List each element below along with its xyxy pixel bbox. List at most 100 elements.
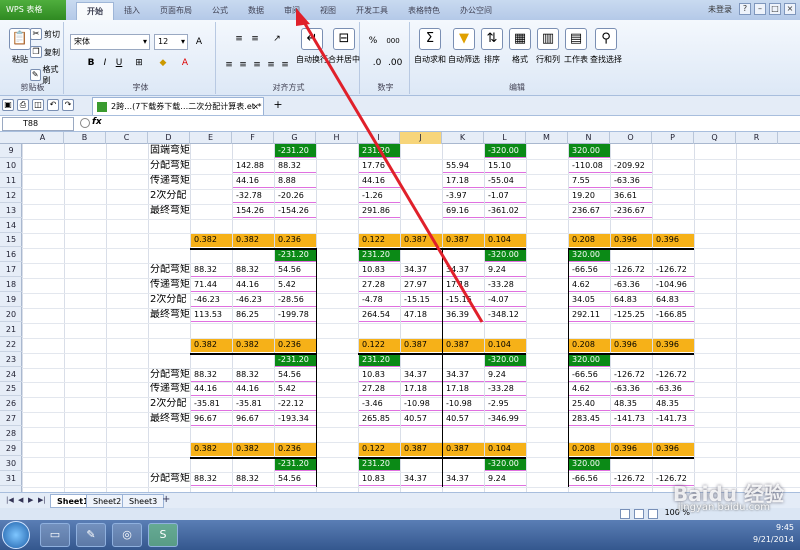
row-header-28[interactable]: 28 bbox=[0, 427, 22, 442]
next-sheet-icon[interactable]: ▶ bbox=[28, 496, 33, 504]
cell-F18[interactable]: 44.16 bbox=[232, 278, 274, 293]
cell-G9[interactable]: -231.20 bbox=[274, 144, 316, 158]
cell-I17[interactable]: 10.83 bbox=[358, 263, 400, 278]
document-tab[interactable]: 2跨…(7下载券下载…二次分配计算表.et * × bbox=[92, 97, 264, 115]
app-menu-button[interactable]: WPS 表格 bbox=[0, 0, 66, 20]
cell-L25[interactable]: -33.28 bbox=[484, 382, 526, 397]
save-icon[interactable]: ▣ bbox=[2, 99, 14, 111]
cell-F22[interactable]: 0.382 bbox=[232, 337, 274, 352]
close-tab-icon[interactable]: × bbox=[252, 98, 259, 115]
cell-K11[interactable]: 17.18 bbox=[442, 174, 484, 188]
bold-button[interactable]: B bbox=[84, 56, 98, 70]
decrease-decimal-icon[interactable]: .00 bbox=[388, 56, 402, 70]
cell-I26[interactable]: -3.46 bbox=[358, 397, 400, 412]
cell-L27[interactable]: -346.99 bbox=[484, 412, 526, 427]
row-header-22[interactable]: 22 bbox=[0, 338, 22, 352]
cell-I30[interactable]: 231.20 bbox=[358, 456, 400, 471]
cell-O13[interactable]: -236.67 bbox=[610, 204, 652, 218]
print-icon[interactable]: ⎙ bbox=[17, 99, 29, 111]
cell-N24[interactable]: -66.56 bbox=[568, 368, 610, 382]
font-size-select[interactable]: 12 bbox=[154, 34, 188, 50]
font-name-select[interactable]: 宋体 bbox=[70, 34, 150, 50]
fill-color-icon[interactable]: ◆ bbox=[156, 56, 170, 70]
cell-F11[interactable]: 44.16 bbox=[232, 174, 274, 188]
cell-P27[interactable]: -141.73 bbox=[652, 412, 694, 427]
cell-E29[interactable]: 0.382 bbox=[190, 442, 232, 456]
menu-tab-1[interactable]: 插入 bbox=[114, 2, 150, 20]
cell-P22[interactable]: 0.396 bbox=[652, 337, 694, 352]
menu-tab-7[interactable]: 开发工具 bbox=[346, 2, 398, 20]
cell-N18[interactable]: 4.62 bbox=[568, 278, 610, 293]
cell-N17[interactable]: -66.56 bbox=[568, 263, 610, 278]
cell-D19[interactable]: 2次分配 bbox=[148, 293, 190, 307]
row-header-31[interactable]: 31 bbox=[0, 472, 22, 486]
cell-E25[interactable]: 44.16 bbox=[190, 382, 232, 397]
last-sheet-icon[interactable]: ▶| bbox=[38, 496, 46, 504]
spreadsheet-grid[interactable]: ABCDEFGHIJKLMNOPQR 9 10 11 12 13 14 15 16 17 18 19… bbox=[0, 132, 800, 492]
row-header-13[interactable]: 13 bbox=[0, 204, 22, 218]
cell-J22[interactable]: 0.387 bbox=[400, 337, 442, 352]
cell-N10[interactable]: -110.08 bbox=[568, 159, 610, 173]
cell-J19[interactable]: -15.15 bbox=[400, 293, 442, 307]
row-header-14[interactable]: 14 bbox=[0, 219, 22, 233]
cell-K31[interactable]: 34.37 bbox=[442, 472, 484, 486]
name-box[interactable]: T88 bbox=[2, 117, 74, 131]
cell-F10[interactable]: 142.88 bbox=[232, 159, 274, 173]
cell-O10[interactable]: -209.92 bbox=[610, 159, 652, 173]
cell-G24[interactable]: 54.56 bbox=[274, 368, 316, 382]
cell-G26[interactable]: -22.12 bbox=[274, 397, 316, 412]
find-select-button[interactable]: ⚲ 查找选择 bbox=[590, 28, 622, 65]
cell-G19[interactable]: -28.56 bbox=[274, 293, 316, 307]
cell-G30[interactable]: -231.20 bbox=[274, 456, 316, 471]
menu-tab-3[interactable]: 公式 bbox=[202, 2, 238, 20]
align-middle-icon[interactable]: ≡ bbox=[248, 32, 262, 46]
border-icon[interactable]: ⊞ bbox=[132, 56, 146, 70]
browser-icon[interactable]: ◎ bbox=[112, 523, 142, 547]
print-preview-icon[interactable]: ◫ bbox=[32, 99, 44, 111]
cell-I12[interactable]: -1.26 bbox=[358, 189, 400, 203]
cell-O17[interactable]: -126.72 bbox=[610, 263, 652, 278]
row-header-18[interactable]: 18 bbox=[0, 278, 22, 293]
cell-L17[interactable]: 9.24 bbox=[484, 263, 526, 278]
cell-P29[interactable]: 0.396 bbox=[652, 442, 694, 456]
cell-G27[interactable]: -193.34 bbox=[274, 412, 316, 427]
cell-E17[interactable]: 88.32 bbox=[190, 263, 232, 278]
rows-cols-button[interactable]: ▥ 行和列 bbox=[534, 28, 562, 65]
cell-I31[interactable]: 10.83 bbox=[358, 472, 400, 486]
cell-P17[interactable]: -126.72 bbox=[652, 263, 694, 278]
prev-sheet-icon[interactable]: ◀ bbox=[18, 496, 23, 504]
cell-D13[interactable]: 最终弯矩 bbox=[148, 204, 190, 218]
cell-J17[interactable]: 34.37 bbox=[400, 263, 442, 278]
cell-F17[interactable]: 88.32 bbox=[232, 263, 274, 278]
zoom-formula-icon[interactable] bbox=[80, 118, 90, 128]
cell-G23[interactable]: -231.20 bbox=[274, 352, 316, 367]
cell-O18[interactable]: -63.36 bbox=[610, 278, 652, 293]
cell-I29[interactable]: 0.122 bbox=[358, 442, 400, 456]
cell-O31[interactable]: -126.72 bbox=[610, 472, 652, 486]
column-header-R[interactable]: R bbox=[736, 132, 778, 144]
text-orientation-icon[interactable]: ↗ bbox=[270, 32, 284, 46]
cell-I22[interactable]: 0.122 bbox=[358, 337, 400, 352]
row-header-25[interactable]: 25 bbox=[0, 382, 22, 397]
column-header-Q[interactable]: Q bbox=[694, 132, 736, 144]
cell-D9[interactable]: 固端弯矩 bbox=[148, 144, 190, 158]
cell-N11[interactable]: 7.55 bbox=[568, 174, 610, 188]
menu-tab-6[interactable]: 视图 bbox=[310, 2, 346, 20]
font-color-icon[interactable]: A bbox=[178, 56, 192, 70]
cell-J29[interactable]: 0.387 bbox=[400, 442, 442, 456]
row-header-23[interactable]: 23 bbox=[0, 353, 22, 367]
column-header-J[interactable]: J bbox=[400, 132, 442, 144]
cell-G16[interactable]: -231.20 bbox=[274, 248, 316, 263]
cell-L13[interactable]: -361.02 bbox=[484, 204, 526, 218]
new-tab-button[interactable]: + bbox=[268, 99, 288, 113]
cell-G17[interactable]: 54.56 bbox=[274, 263, 316, 278]
cell-F19[interactable]: -46.23 bbox=[232, 293, 274, 307]
cell-E15[interactable]: 0.382 bbox=[190, 233, 232, 248]
cell-J18[interactable]: 27.97 bbox=[400, 278, 442, 293]
column-header-H[interactable]: H bbox=[316, 132, 358, 144]
row-header-27[interactable]: 27 bbox=[0, 412, 22, 427]
cell-K10[interactable]: 55.94 bbox=[442, 159, 484, 173]
cell-J24[interactable]: 34.37 bbox=[400, 368, 442, 382]
align-left-icon[interactable]: ≡ bbox=[222, 58, 236, 72]
column-header-L[interactable]: L bbox=[484, 132, 526, 144]
